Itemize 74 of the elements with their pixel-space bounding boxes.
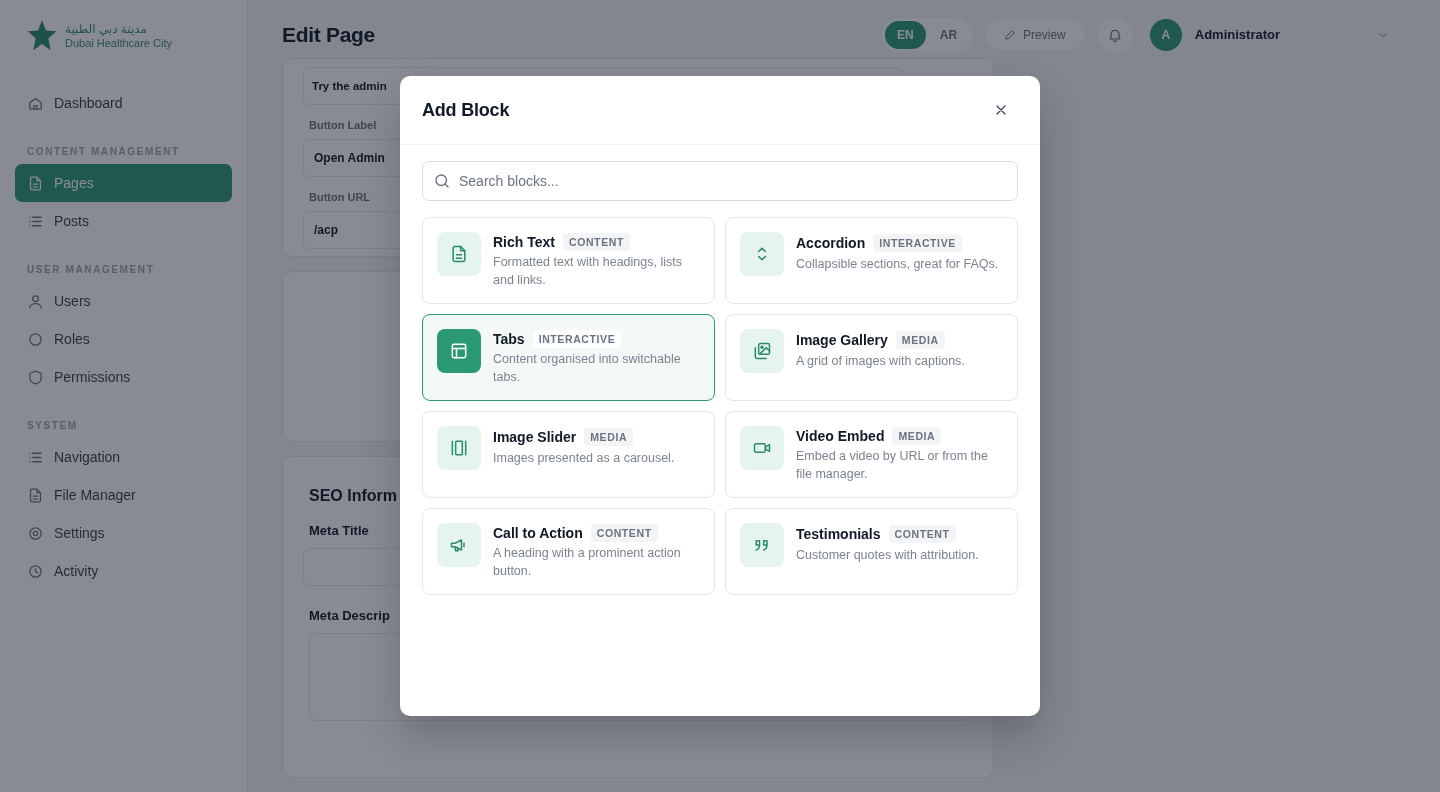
block-description: Customer quotes with attribution. [796, 547, 979, 564]
block-card[interactable]: Video Embed MEDIA Embed a video by URL or from the file manager. [725, 411, 1018, 498]
category-badge: CONTENT [888, 525, 956, 543]
user-name: Administrator [1194, 27, 1280, 43]
search-icon [433, 172, 451, 190]
category-badge: MEDIA [895, 331, 945, 349]
logo-text: مدينة دبي الطبية [65, 23, 148, 37]
chevrons-icon [740, 232, 784, 276]
block-name: Testimonials [796, 526, 881, 542]
document-icon [437, 232, 481, 276]
category-badge: INTERACTIVE [532, 330, 622, 348]
sidebar-item[interactable]: Posts [15, 202, 232, 240]
block-name: Image Gallery [796, 332, 888, 348]
block-description: A grid of images with captions. [796, 353, 965, 370]
video-camera-icon [740, 426, 784, 470]
category-badge: CONTENT [590, 524, 658, 542]
block-description: Collapsible sections, great for FAQs. [796, 256, 999, 273]
document-icon [27, 174, 44, 192]
layout-icon [437, 329, 481, 373]
block-card[interactable]: Rich Text CONTENT Formatted text with headings, lists and links. [422, 217, 715, 304]
document-icon [27, 486, 44, 504]
language-tab[interactable]: AR [927, 20, 970, 49]
page-title: Edit Page [282, 22, 376, 47]
preview-button[interactable]: Preview [986, 19, 1084, 50]
category-badge: CONTENT [563, 233, 630, 251]
sidebar-item[interactable]: Permissions [15, 358, 232, 396]
category-badge: INTERACTIVE [873, 234, 962, 252]
block-description: Embed a video by URL or from the file manager. [796, 448, 989, 483]
field-label: Meta Title [309, 523, 369, 539]
block-name: Accordion [796, 235, 866, 251]
sidebar-item[interactable]: Navigation [15, 438, 232, 476]
dialog-title: Add Block [422, 99, 510, 121]
block-card[interactable]: Image Gallery MEDIA A grid of images with captions. [725, 314, 1018, 401]
block-card[interactable]: Testimonials CONTENT Customer quotes with attribution. [725, 508, 1018, 595]
category-badge: MEDIA [584, 428, 634, 446]
search-field[interactable]: Search blocks... [422, 161, 1018, 201]
sidebar-item[interactable]: Settings [15, 514, 232, 552]
field-label: Button Label [309, 118, 377, 131]
sidebar-item[interactable]: Pages [15, 164, 232, 202]
sidebar-item[interactable]: Roles [15, 320, 232, 358]
block-name: Call to Action [493, 525, 583, 541]
megaphone-icon [437, 523, 481, 567]
section-title: SEO Inform [309, 487, 398, 506]
avatar[interactable]: A [1149, 18, 1182, 51]
quote-icon [740, 523, 784, 567]
slider-icon [437, 426, 481, 470]
field-label: Meta Descrip [309, 608, 390, 624]
sidebar-item[interactable]: Dashboard [15, 84, 232, 122]
block-name: Rich Text [493, 234, 555, 250]
sidebar-item[interactable]: Activity [15, 552, 232, 590]
block-card[interactable]: Tabs INTERACTIVE Content organised into switchable tabs. [422, 314, 715, 401]
gear-icon [27, 524, 44, 542]
block-description: Content organised into switchable tabs. [493, 351, 682, 386]
category-badge: MEDIA [892, 427, 942, 445]
block-description: Images presented as a carousel. [493, 450, 675, 467]
block-name: Tabs [493, 331, 525, 347]
language-tab[interactable]: EN [885, 20, 926, 49]
images-icon [740, 329, 784, 373]
block-name: Video Embed [796, 428, 885, 444]
sidebar-item[interactable]: File Manager [15, 476, 232, 514]
field-label: Button URL [309, 190, 371, 203]
block-description: A heading with a prominent action button. [493, 545, 682, 580]
clock-icon [27, 562, 44, 580]
block-card[interactable]: Call to Action CONTENT A heading with a prominent action button. [422, 508, 715, 595]
logo-text: Dubai Healthcare City [65, 36, 172, 49]
block-description: Formatted text with headings, lists and links. [493, 254, 683, 289]
shield-icon [27, 368, 44, 386]
block-card[interactable]: Accordion INTERACTIVE Collapsible sections, great for FAQs. [725, 217, 1018, 304]
block-name: Image Slider [493, 429, 577, 445]
pencil-icon [1004, 28, 1018, 42]
block-card[interactable]: Image Slider MEDIA Images presented as a carousel. [422, 411, 715, 498]
sidebar-item[interactable]: Users [15, 282, 232, 320]
circle-icon [27, 330, 44, 348]
user-icon [27, 292, 44, 310]
